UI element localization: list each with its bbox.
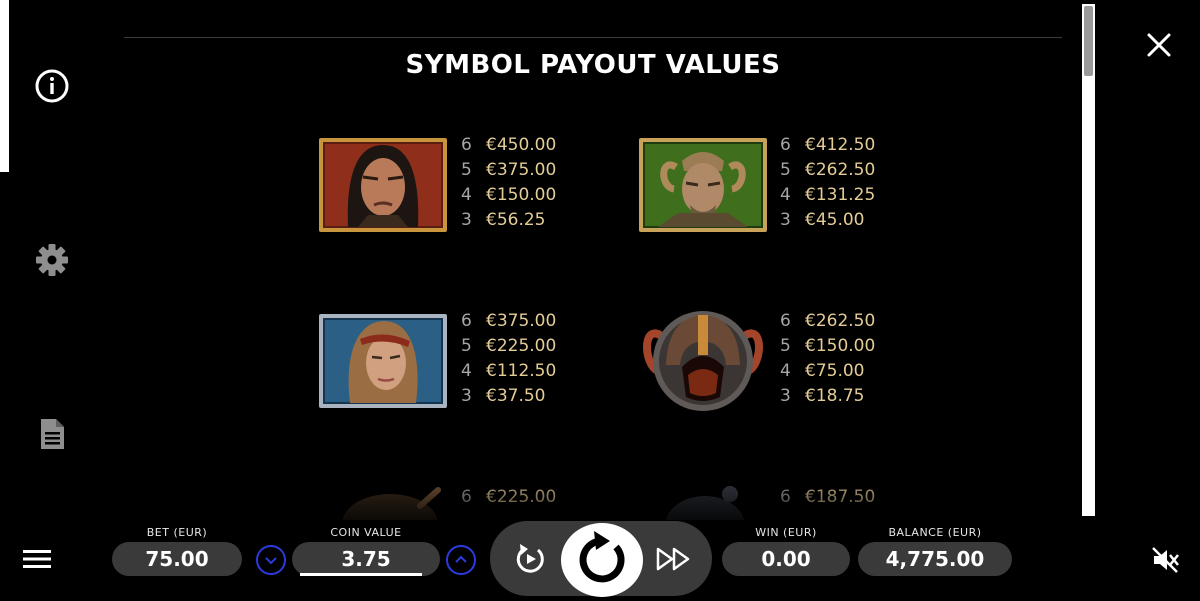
dark-haired-warrior-symbol <box>318 137 448 233</box>
payout-count: 4 <box>780 361 791 381</box>
payout-row: 6 €187.50 <box>780 485 875 510</box>
page-title: SYMBOL PAYOUT VALUES <box>405 50 781 80</box>
bet-value[interactable]: 75.00 <box>112 542 242 576</box>
payout-list: 6 €412.50 5 €262.50 4 €131.25 3 €45.00 <box>780 133 875 233</box>
hamburger-menu-icon[interactable] <box>22 547 52 571</box>
info-icon[interactable] <box>34 68 70 104</box>
female-warrior-symbol <box>318 313 448 409</box>
payout-row: 5 €225.00 <box>461 334 556 359</box>
payout-count: 6 <box>780 135 791 155</box>
shield-axe-symbol <box>330 484 450 520</box>
coin-value-label: COIN VALUE <box>330 526 402 539</box>
payout-list: 6 €225.00 <box>461 485 556 510</box>
payout-count: 6 <box>461 135 472 155</box>
balance-label: BALANCE (EUR) <box>888 526 982 539</box>
payout-list: 6 €375.00 5 €225.00 4 €112.50 3 €37.50 <box>461 309 556 409</box>
payout-row: 4 €150.00 <box>461 183 556 208</box>
payout-value: €18.75 <box>805 386 865 406</box>
payout-value: €37.50 <box>486 386 546 406</box>
payout-value: €412.50 <box>805 135 876 155</box>
payout-value: €375.00 <box>486 160 557 180</box>
payout-value: €56.25 <box>486 210 546 230</box>
payout-count: 6 <box>780 311 791 331</box>
payout-value: €131.25 <box>805 185 876 205</box>
autoplay-icon[interactable] <box>512 541 548 577</box>
payout-row: 6 €225.00 <box>461 485 556 510</box>
balance-value: 4,775.00 <box>858 542 1012 576</box>
payout-count: 3 <box>780 386 791 406</box>
payout-value: €262.50 <box>805 160 876 180</box>
payout-row: 6 €412.50 <box>780 133 875 158</box>
payout-count: 4 <box>461 185 472 205</box>
left-edge-bar <box>0 0 9 172</box>
payout-list: 6 €450.00 5 €375.00 4 €150.00 3 €56.25 <box>461 133 556 233</box>
win-label: WIN (EUR) <box>755 526 817 539</box>
payout-row: 4 €112.50 <box>461 359 556 384</box>
spin-icon <box>579 531 625 583</box>
payout-value: €225.00 <box>486 336 557 356</box>
payout-count: 4 <box>461 361 472 381</box>
payout-row: 3 €37.50 <box>461 384 556 409</box>
payout-count: 3 <box>780 210 791 230</box>
document-icon[interactable] <box>34 416 70 452</box>
sound-muted-icon[interactable] <box>1150 545 1180 575</box>
payout-count: 6 <box>461 487 472 507</box>
payout-value: €262.50 <box>805 311 876 331</box>
payout-value: €375.00 <box>486 311 557 331</box>
payout-value: €150.00 <box>805 336 876 356</box>
payout-value: €45.00 <box>805 210 865 230</box>
dark-helmet-symbol <box>650 482 770 520</box>
payout-count: 5 <box>780 160 791 180</box>
gear-icon[interactable] <box>34 242 70 278</box>
scrollbar[interactable] <box>1082 4 1095 516</box>
close-icon[interactable] <box>1144 30 1174 60</box>
payout-count: 5 <box>780 336 791 356</box>
payout-count: 4 <box>780 185 791 205</box>
payout-row: 4 €131.25 <box>780 183 875 208</box>
payout-row: 4 €75.00 <box>780 359 875 384</box>
bet-label: BET (EUR) <box>146 526 208 539</box>
scrollbar-thumb[interactable] <box>1084 6 1093 76</box>
payout-value: €112.50 <box>486 361 557 381</box>
payout-list: 6 €187.50 <box>780 485 875 510</box>
payout-row: 3 €56.25 <box>461 208 556 233</box>
horned-helmet-symbol <box>638 305 768 415</box>
payout-row: 5 €262.50 <box>780 158 875 183</box>
coin-value-slider-bar <box>300 573 422 576</box>
payout-list: 6 €262.50 5 €150.00 4 €75.00 3 €18.75 <box>780 309 875 409</box>
payout-value: €450.00 <box>486 135 557 155</box>
spin-button[interactable] <box>561 523 643 597</box>
payout-row: 3 €18.75 <box>780 384 875 409</box>
payout-count: 3 <box>461 386 472 406</box>
fast-forward-icon[interactable] <box>654 544 696 574</box>
payout-value: €150.00 <box>486 185 557 205</box>
coin-decrease-button[interactable] <box>256 545 286 575</box>
payout-row: 6 €262.50 <box>780 309 875 334</box>
content-fade <box>124 470 1064 520</box>
coin-increase-button[interactable] <box>446 545 476 575</box>
payout-count: 6 <box>780 487 791 507</box>
payout-row: 6 €375.00 <box>461 309 556 334</box>
payout-value: €225.00 <box>486 487 557 507</box>
payout-row: 3 €45.00 <box>780 208 875 233</box>
coin-value[interactable]: 3.75 <box>292 542 440 576</box>
payout-value: €75.00 <box>805 361 865 381</box>
payout-value: €187.50 <box>805 487 876 507</box>
payout-count: 5 <box>461 336 472 356</box>
payout-count: 5 <box>461 160 472 180</box>
payout-row: 5 €375.00 <box>461 158 556 183</box>
payout-row: 5 €150.00 <box>780 334 875 359</box>
payout-count: 6 <box>461 311 472 331</box>
payout-row: 6 €450.00 <box>461 133 556 158</box>
top-divider <box>124 37 1062 38</box>
payout-count: 3 <box>461 210 472 230</box>
win-value: 0.00 <box>722 542 850 576</box>
horned-warrior-symbol <box>638 137 768 233</box>
